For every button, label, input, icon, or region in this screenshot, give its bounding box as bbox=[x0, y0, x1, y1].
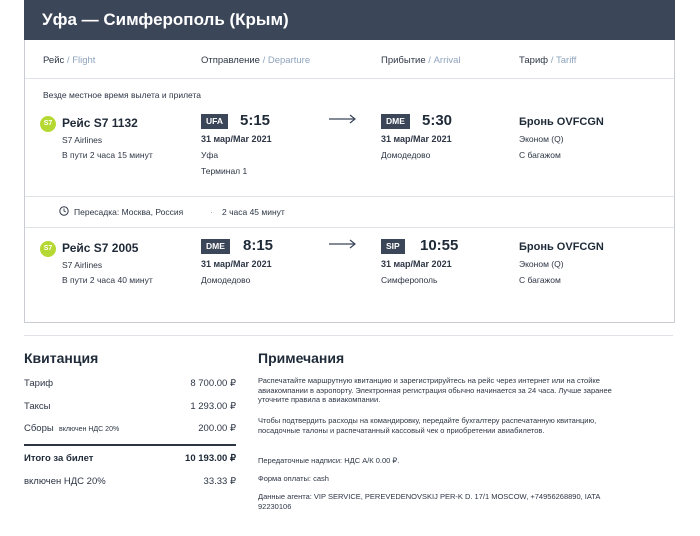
travel-class: Эконом (Q) bbox=[519, 259, 564, 269]
arrival-airport: Домодедово bbox=[381, 150, 431, 160]
receipt-label: Таксы bbox=[24, 401, 51, 412]
col-sep: / bbox=[425, 55, 434, 66]
transfer-row: Пересадка: Москва, Россия · 2 часа 45 ми… bbox=[25, 196, 674, 228]
col-flight-en: Flight bbox=[72, 55, 96, 66]
arrival-date: 31 мар/Mar 2021 bbox=[381, 259, 452, 269]
receipt-value: 200.00 ₽ bbox=[198, 423, 236, 434]
receipt-vat-value: 33.33 ₽ bbox=[203, 476, 236, 487]
col-tariff-en: Tariff bbox=[556, 55, 577, 66]
col-flight-ru: Рейс bbox=[43, 55, 65, 66]
travel-class: Эконом (Q) bbox=[519, 134, 564, 144]
col-departure-ru: Отправление bbox=[201, 55, 260, 66]
receipt-total-value: 10 193.00 ₽ bbox=[185, 453, 236, 464]
departure-iata-badge: DME bbox=[201, 239, 230, 254]
notes-paragraph: Данные агента: VIP SERVICE, PEREVEDENOVS… bbox=[258, 492, 600, 511]
flight-number: Рейс S7 2005 bbox=[62, 241, 139, 255]
notes-title: Примечания bbox=[258, 350, 345, 366]
receipt-total-label: Итого за билет bbox=[24, 453, 94, 464]
departure-time: 5:15 bbox=[240, 112, 271, 129]
notes-paragraph: Распечатайте маршрутную квитанцию и заре… bbox=[258, 376, 612, 404]
section-divider bbox=[24, 335, 673, 336]
departure-terminal: Терминал 1 bbox=[201, 166, 248, 176]
col-tariff: Тариф / Tariff bbox=[519, 55, 576, 66]
notes-paragraph: Форма оплаты: cash bbox=[258, 474, 329, 483]
receipt-label: Сборы включен НДС 20% bbox=[24, 423, 119, 434]
s7-logo-icon: S7 bbox=[40, 116, 56, 132]
flight-duration: В пути 2 часа 40 минут bbox=[62, 275, 153, 285]
receipt-vat-label: включен НДС 20% bbox=[24, 476, 106, 487]
col-tariff-ru: Тариф bbox=[519, 55, 549, 66]
col-sep: / bbox=[64, 55, 73, 66]
s7-logo-icon: S7 bbox=[40, 241, 56, 257]
departure-airport: Домодедово bbox=[201, 275, 251, 285]
route-title: Уфа — Симферополь (Крым) bbox=[42, 10, 289, 29]
route-header: Уфа — Симферополь (Крым) bbox=[24, 0, 675, 40]
departure-date: 31 мар/Mar 2021 bbox=[201, 134, 272, 144]
arrow-right-icon bbox=[329, 114, 356, 124]
notes-paragraph: Чтобы подтвердить расходы на командировк… bbox=[258, 416, 597, 435]
baggage-info: С багажом bbox=[519, 275, 561, 285]
receipt-total-divider bbox=[24, 444, 236, 446]
receipt-value: 1 293.00 ₽ bbox=[190, 401, 236, 412]
booking-code: Бронь OVFCGN bbox=[519, 116, 604, 128]
arrival-airport: Симферополь bbox=[381, 275, 438, 285]
departure-time: 8:15 bbox=[243, 237, 274, 254]
itinerary-card: Рейс / Flight Отправление / Departure Пр… bbox=[24, 40, 675, 323]
column-headers: Рейс / Flight Отправление / Departure Пр… bbox=[25, 40, 674, 79]
booking-code: Бронь OVFCGN bbox=[519, 241, 604, 253]
departure-airport: Уфа bbox=[201, 150, 219, 160]
departure-iata-badge: UFA bbox=[201, 114, 228, 129]
receipt-value: 8 700.00 ₽ bbox=[190, 378, 236, 389]
baggage-info: С багажом bbox=[519, 150, 561, 160]
arrival-date: 31 мар/Mar 2021 bbox=[381, 134, 452, 144]
clock-icon bbox=[59, 206, 69, 216]
col-arrival-en: Arrival bbox=[433, 55, 461, 66]
receipt-label-vat-note: включен НДС 20% bbox=[58, 426, 120, 433]
arrival-time: 10:55 bbox=[420, 237, 459, 254]
departure-date: 31 мар/Mar 2021 bbox=[201, 259, 272, 269]
flight-duration: В пути 2 часа 15 минут bbox=[62, 150, 153, 160]
transfer-separator: · bbox=[210, 207, 213, 217]
arrow-right-icon bbox=[329, 239, 356, 249]
flight-number: Рейс S7 1132 bbox=[62, 116, 138, 130]
receipt-label: Тариф bbox=[24, 378, 54, 389]
arrival-iata-badge: DME bbox=[381, 114, 410, 129]
receipt-title: Квитанция bbox=[24, 350, 99, 366]
col-arrival: Прибытие / Arrival bbox=[381, 55, 460, 66]
notes-paragraph: Передаточные надписи: НДС А/К 0.00 ₽. bbox=[258, 456, 400, 465]
col-departure-en: Departure bbox=[267, 55, 311, 66]
col-flight: Рейс / Flight bbox=[43, 55, 95, 66]
col-sep: / bbox=[548, 55, 556, 66]
transfer-city: Пересадка: Москва, Россия bbox=[74, 207, 184, 217]
col-departure: Отправление / Departure bbox=[201, 55, 310, 66]
col-arrival-ru: Прибытие bbox=[381, 55, 426, 66]
transfer-duration: 2 часа 45 минут bbox=[222, 207, 285, 217]
airline-name: S7 Airlines bbox=[62, 135, 103, 145]
airline-name: S7 Airlines bbox=[62, 260, 103, 270]
arrival-time: 5:30 bbox=[422, 112, 453, 129]
col-sep: / bbox=[259, 55, 268, 66]
local-time-note: Везде местное время вылета и прилета bbox=[43, 90, 202, 100]
receipt-label-main: Сборы bbox=[24, 423, 54, 434]
arrival-iata-badge: SIP bbox=[381, 239, 405, 254]
